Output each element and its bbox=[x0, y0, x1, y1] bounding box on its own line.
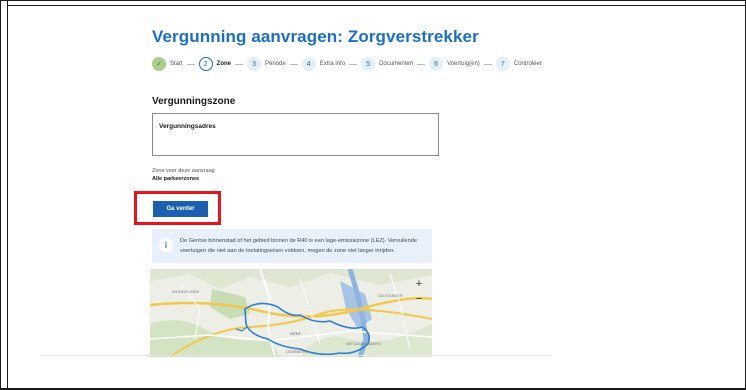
map-canvas: WONDELGEM OOSTAKKER GENT LEDEBERG SINT-A… bbox=[150, 269, 432, 357]
map-label: OOSTAKKER bbox=[378, 293, 403, 298]
info-icon: i bbox=[159, 238, 173, 252]
check-icon: ✓ bbox=[152, 57, 166, 71]
map-label: WONDELGEM bbox=[172, 289, 199, 294]
step-documenten: 5 Documenten bbox=[361, 57, 413, 71]
content-divider bbox=[40, 355, 552, 356]
section-title: Vergunningszone bbox=[152, 96, 236, 107]
map-label: GENT bbox=[290, 331, 302, 336]
step-separator bbox=[417, 63, 426, 65]
map-label: SINT-AMANDSBERG bbox=[346, 342, 381, 346]
zone-map[interactable]: WONDELGEM OOSTAKKER GENT LEDEBERG SINT-A… bbox=[150, 269, 432, 357]
step-voertuigen: 6 Voertuig(en) bbox=[429, 57, 480, 71]
zone-value: Alle parkeerzones bbox=[152, 176, 200, 182]
zoom-out-button[interactable]: − bbox=[412, 292, 426, 307]
zoom-in-button[interactable]: + bbox=[412, 277, 426, 292]
step-label: Documenten bbox=[379, 61, 414, 67]
step-number: 4 bbox=[301, 57, 316, 71]
info-text: De Gentse binnenstad of het gebied binne… bbox=[180, 238, 417, 254]
continue-button[interactable]: Ga verder bbox=[153, 201, 208, 217]
info-banner: i De Gentse binnenstad of het gebied bin… bbox=[152, 229, 432, 263]
step-number: 2 bbox=[198, 57, 213, 71]
step-controleer: 7 Controleer bbox=[495, 57, 542, 71]
step-separator bbox=[186, 63, 195, 65]
top-divider bbox=[7, 5, 746, 6]
step-number: 7 bbox=[495, 57, 510, 71]
address-card[interactable]: Vergunningsadres bbox=[152, 113, 439, 156]
step-label: Start bbox=[170, 61, 183, 67]
address-label: Vergunningsadres bbox=[159, 123, 216, 130]
step-periode: 3 Periode bbox=[247, 57, 286, 71]
step-zone: 2 Zone bbox=[198, 57, 232, 71]
page-bottom bbox=[8, 357, 745, 388]
progress-stepper: ✓ Start 2 Zone 3 Periode 4 Extra info 5 … bbox=[152, 56, 542, 72]
step-label: Periode bbox=[265, 61, 286, 67]
page-title: Vergunning aanvragen: Zorgverstrekker bbox=[152, 27, 479, 46]
map-label: LEDEBERG bbox=[286, 349, 308, 354]
left-divider bbox=[7, 0, 8, 390]
step-number: 6 bbox=[429, 57, 444, 71]
step-extra-info: 4 Extra info bbox=[301, 57, 346, 71]
step-separator bbox=[235, 63, 244, 65]
step-number: 5 bbox=[361, 57, 376, 71]
step-number: 3 bbox=[247, 57, 262, 71]
step-label: Voertuig(en) bbox=[447, 61, 480, 67]
zone-label: Zone voor deze aanvraag bbox=[152, 168, 215, 174]
step-separator bbox=[483, 63, 492, 65]
step-separator bbox=[289, 63, 298, 65]
step-label: Controleer bbox=[513, 61, 542, 67]
step-label: Extra info bbox=[319, 61, 346, 67]
map-zoom-controls: + − bbox=[412, 277, 426, 307]
step-start[interactable]: ✓ Start bbox=[152, 57, 183, 71]
step-separator bbox=[349, 63, 358, 65]
step-label: Zone bbox=[216, 61, 232, 67]
